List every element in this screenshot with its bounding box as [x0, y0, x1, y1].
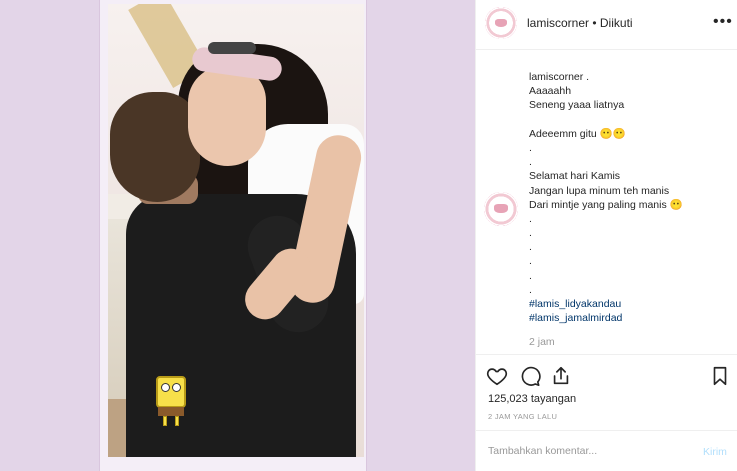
- woman-sunglasses: [208, 42, 256, 54]
- media-background: [0, 0, 475, 471]
- caption-line: .: [529, 255, 532, 268]
- caption-line: Adeeemm gitu 😶😶: [529, 127, 626, 140]
- caption-line: Selamat hari Kamis: [529, 170, 621, 183]
- more-horizontal-icon[interactable]: •••: [713, 12, 733, 32]
- caption-line: Seneng yaaa liatnya: [529, 99, 625, 112]
- heart-icon[interactable]: [486, 365, 508, 387]
- bookmark-icon[interactable]: [709, 365, 731, 387]
- hashtag-link[interactable]: #lamis_lidyakandau: [529, 297, 734, 311]
- follow-status[interactable]: Diikuti: [600, 16, 633, 30]
- caption-line: Jangan lupa minum teh manis: [529, 184, 670, 197]
- caption-line: .: [529, 212, 532, 225]
- caption-line: Dari mintje yang paling manis 😶: [529, 198, 683, 211]
- spongebob-sticker: [150, 376, 194, 428]
- video-player[interactable]: [108, 4, 364, 457]
- header-separator: •: [589, 16, 600, 30]
- comment-input[interactable]: [488, 445, 678, 457]
- post-timestamp: 2 JAM YANG LALU: [488, 412, 558, 421]
- caption: lamiscorner . Aaaaahh Seneng yaaa liatny…: [529, 70, 734, 325]
- avatar[interactable]: [485, 7, 517, 39]
- caption-line: .: [529, 227, 532, 240]
- view-count[interactable]: 125,023 tayangan: [488, 393, 576, 405]
- caption-line: .: [529, 283, 532, 296]
- caption-line: [529, 113, 734, 127]
- caption-avatar[interactable]: [484, 192, 518, 226]
- caption-line: Aaaaahh: [529, 85, 572, 98]
- caption-line: .: [529, 269, 532, 282]
- post-header: lamiscorner • Diikuti •••: [476, 0, 737, 50]
- man-head: [110, 92, 200, 202]
- caption-time: 2 jam: [529, 336, 555, 348]
- caption-line: .: [529, 241, 532, 254]
- caption-line: .: [529, 141, 532, 154]
- woman-face: [188, 66, 266, 166]
- post-panel: lamiscorner • Diikuti ••• lamiscorner . …: [475, 0, 737, 471]
- hashtag-link[interactable]: #lamis_jamalmirdad: [529, 311, 734, 325]
- caption-line: lamiscorner .: [529, 71, 590, 83]
- send-button[interactable]: Kirim: [703, 446, 727, 458]
- header-username[interactable]: lamiscorner: [527, 16, 589, 30]
- share-icon[interactable]: [550, 365, 572, 387]
- caption-line: .: [529, 156, 532, 169]
- comment-icon[interactable]: [519, 365, 541, 387]
- comment-box: Kirim: [476, 430, 737, 471]
- header-user-line: lamiscorner • Diikuti: [527, 16, 633, 30]
